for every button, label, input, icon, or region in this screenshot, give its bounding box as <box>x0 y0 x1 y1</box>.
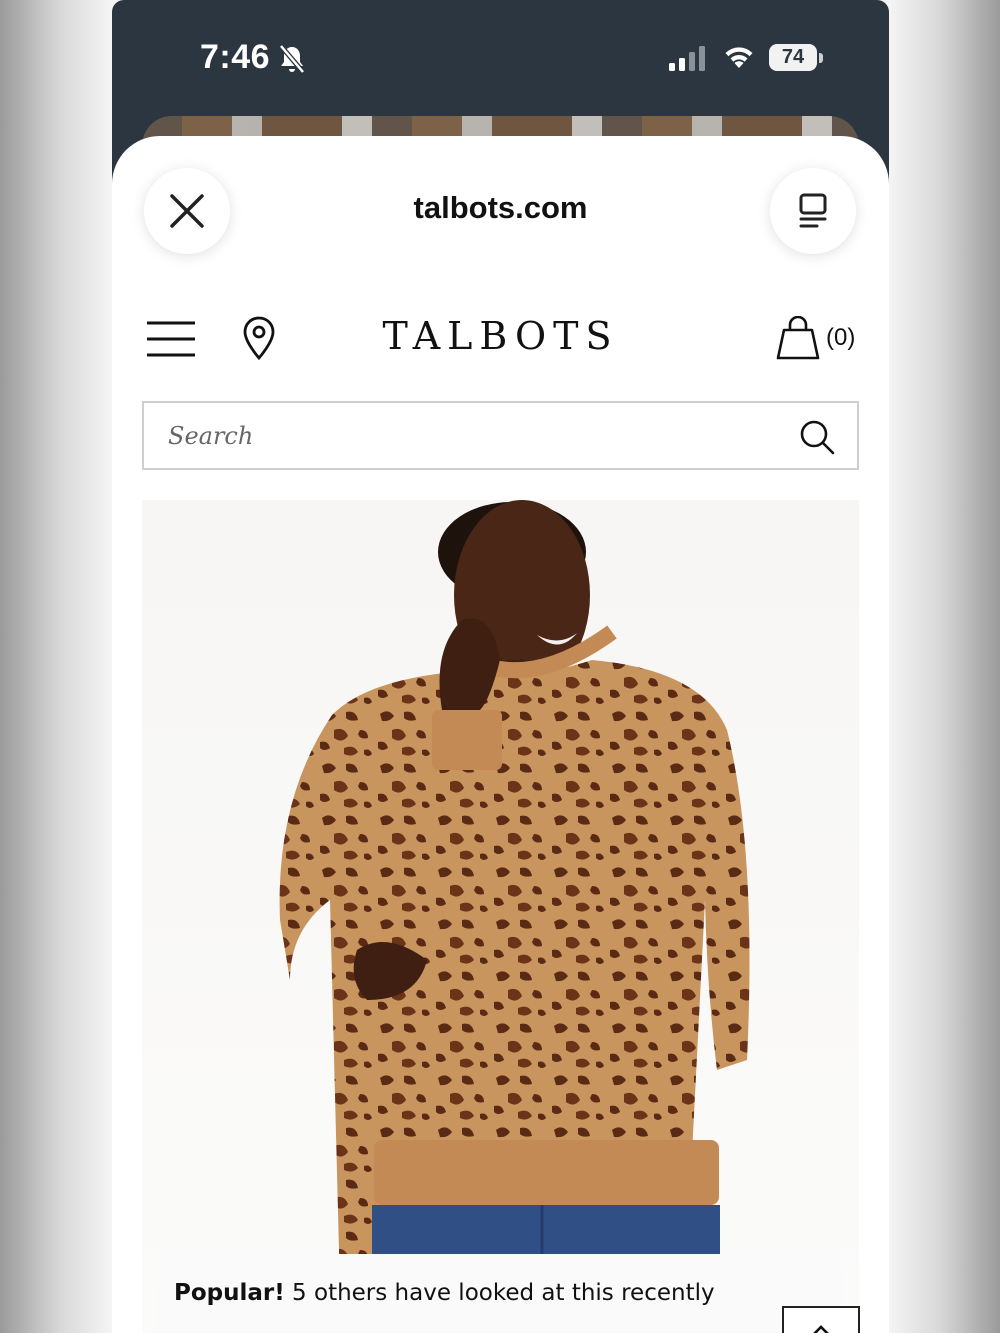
browser-sheet: talbots.com TALBOTS (0) Search Popular! … <box>112 136 889 1333</box>
search-box <box>142 401 859 470</box>
status-time: 7:46 <box>200 38 271 76</box>
shopping-bag-icon[interactable] <box>776 316 820 360</box>
search-input[interactable] <box>144 403 784 468</box>
tabs-icon <box>799 193 827 228</box>
talbots-logo[interactable]: TALBOTS <box>112 314 889 358</box>
product-image[interactable] <box>142 500 859 1333</box>
cart-count[interactable]: (0) <box>826 324 855 352</box>
popular-message: Popular! 5 others have looked at this re… <box>174 1280 715 1306</box>
popular-banner: Popular! 5 others have looked at this re… <box>158 1254 844 1333</box>
signal-icon <box>669 46 705 71</box>
status-bar: 7:46 74 <box>112 0 889 115</box>
bell-slash-icon <box>279 44 305 74</box>
tabs-button[interactable] <box>770 168 856 254</box>
phone-screen: 7:46 74 talbots.com TALBOTS (0) Search P… <box>112 0 889 1333</box>
popular-label: Popular! <box>174 1280 285 1306</box>
product-photo-illustration <box>279 500 750 1333</box>
scroll-to-top-button[interactable] <box>782 1306 860 1333</box>
search-icon[interactable] <box>799 419 835 455</box>
battery-icon: 74 <box>769 44 817 71</box>
wifi-icon <box>725 47 753 68</box>
battery-nub <box>819 53 823 63</box>
popular-detail: 5 others have looked at this recently <box>292 1280 715 1306</box>
chevron-up-icon <box>813 1325 829 1333</box>
